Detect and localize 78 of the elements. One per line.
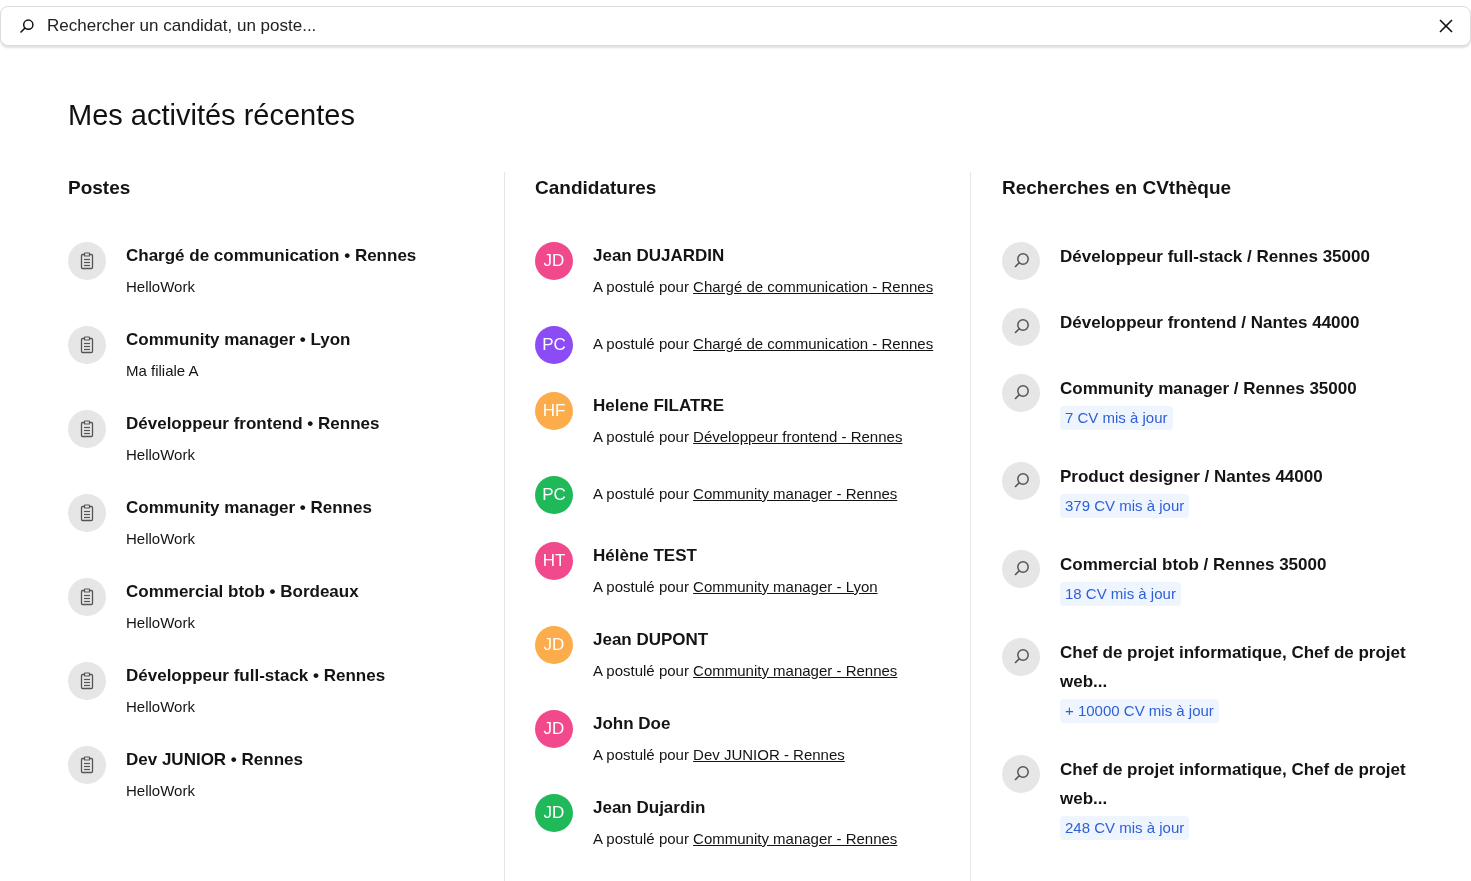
update-count-badge: 248 CV mis à jour — [1060, 816, 1190, 840]
job-title-link[interactable]: Développeur full-stack • Rennes — [126, 662, 386, 690]
job-link[interactable]: Community manager - Rennes — [693, 662, 898, 679]
company-name: HelloWork — [126, 613, 195, 633]
column-heading: Recherches en CVthèque — [1002, 176, 1232, 200]
job-link[interactable]: Community manager - Lyon — [693, 578, 878, 595]
avatar: JD — [535, 710, 573, 748]
saved-search-link[interactable]: Développeur full-stack / Rennes 35000 — [1060, 242, 1370, 271]
update-count-badge: 7 CV mis à jour — [1060, 406, 1173, 430]
clipboard-icon — [68, 578, 106, 616]
application-text: A postulé pour Community manager - Rennes — [593, 484, 898, 504]
job-link[interactable]: Chargé de communication - Rennes — [693, 335, 934, 352]
avatar: PC — [535, 476, 573, 514]
clipboard-icon — [68, 242, 106, 280]
update-count-badge: + 10000 CV mis à jour — [1060, 699, 1219, 723]
company-name: HelloWork — [126, 529, 195, 549]
candidate-name[interactable]: Hélène TEST — [593, 542, 697, 570]
saved-search-link[interactable]: Chef de projet informatique, Chef de projet web... — [1060, 755, 1410, 813]
avatar: HT — [535, 542, 573, 580]
saved-search-link[interactable]: Community manager / Rennes 35000 — [1060, 374, 1357, 403]
clipboard-icon — [68, 746, 106, 784]
clipboard-icon — [68, 410, 106, 448]
job-title-link[interactable]: Commercial btob • Bordeaux — [126, 578, 359, 606]
job-link[interactable]: Chargé de communication - Rennes — [693, 278, 934, 295]
job-title-link[interactable]: Community manager • Rennes — [126, 494, 372, 522]
job-link[interactable]: Développeur frontend - Rennes — [693, 428, 903, 445]
application-text: A postulé pour Développeur frontend - Rennes — [593, 427, 903, 447]
job-link[interactable]: Dev JUNIOR - Rennes — [693, 746, 845, 763]
application-text: A postulé pour Community manager - Rennes — [593, 661, 898, 681]
job-link[interactable]: Community manager - Rennes — [693, 830, 898, 847]
search-field[interactable]: Rechercher un candidat, un poste... — [0, 6, 1471, 46]
application-text: A postulé pour Chargé de communication - Rennes — [593, 334, 934, 354]
job-title-link[interactable]: Chargé de communication • Rennes — [126, 242, 417, 270]
candidate-name[interactable]: John Doe — [593, 710, 671, 738]
search-icon — [1002, 550, 1040, 588]
job-title-link[interactable]: Dev JUNIOR • Rennes — [126, 746, 303, 774]
clipboard-icon — [68, 662, 106, 700]
application-text: A postulé pour Chargé de communication - Rennes — [593, 277, 934, 297]
avatar: JD — [535, 626, 573, 664]
candidate-name[interactable]: Jean DUJARDIN — [593, 242, 725, 270]
company-name: HelloWork — [126, 781, 195, 801]
company-name: HelloWork — [126, 445, 195, 465]
company-name: Ma filiale A — [126, 361, 199, 381]
job-title-link[interactable]: Développeur frontend • Rennes — [126, 410, 380, 438]
candidate-name[interactable]: Jean DUPONT — [593, 626, 709, 654]
avatar: JD — [535, 242, 573, 280]
candidate-name[interactable]: Helene FILATRE — [593, 392, 724, 420]
search-icon — [1002, 755, 1040, 793]
job-title-link[interactable]: Community manager • Lyon — [126, 326, 351, 354]
saved-search-link[interactable]: Product designer / Nantes 44000 — [1060, 462, 1323, 491]
close-button[interactable] — [1439, 19, 1453, 33]
avatar: PC — [535, 326, 573, 364]
search-icon — [1002, 638, 1040, 676]
company-name: HelloWork — [126, 697, 195, 717]
application-text: A postulé pour Community manager - Lyon — [593, 577, 878, 597]
job-link[interactable]: Community manager - Rennes — [693, 485, 898, 502]
clipboard-icon — [68, 494, 106, 532]
application-text: A postulé pour Community manager - Rennes — [593, 829, 898, 849]
company-name: HelloWork — [126, 277, 195, 297]
candidate-name[interactable]: Jean Dujardin — [593, 794, 706, 822]
clipboard-icon — [68, 326, 106, 364]
search-icon — [20, 19, 34, 33]
close-icon — [1439, 19, 1453, 33]
search-icon — [1002, 242, 1040, 280]
update-count-badge: 18 CV mis à jour — [1060, 582, 1181, 606]
saved-search-link[interactable]: Développeur frontend / Nantes 44000 — [1060, 308, 1360, 337]
avatar: JD — [535, 794, 573, 832]
column-heading: Postes — [68, 176, 131, 200]
page-heading: Mes activités récentes — [68, 98, 355, 133]
application-text: A postulé pour Dev JUNIOR - Rennes — [593, 745, 845, 765]
saved-search-link[interactable]: Commercial btob / Rennes 35000 — [1060, 550, 1327, 579]
search-icon — [1002, 308, 1040, 346]
column-heading: Candidatures — [535, 176, 657, 200]
search-icon — [1002, 374, 1040, 412]
saved-search-link[interactable]: Chef de projet informatique, Chef de projet web... — [1060, 638, 1410, 696]
update-count-badge: 379 CV mis à jour — [1060, 494, 1190, 518]
search-icon — [1002, 462, 1040, 500]
avatar: HF — [535, 392, 573, 430]
